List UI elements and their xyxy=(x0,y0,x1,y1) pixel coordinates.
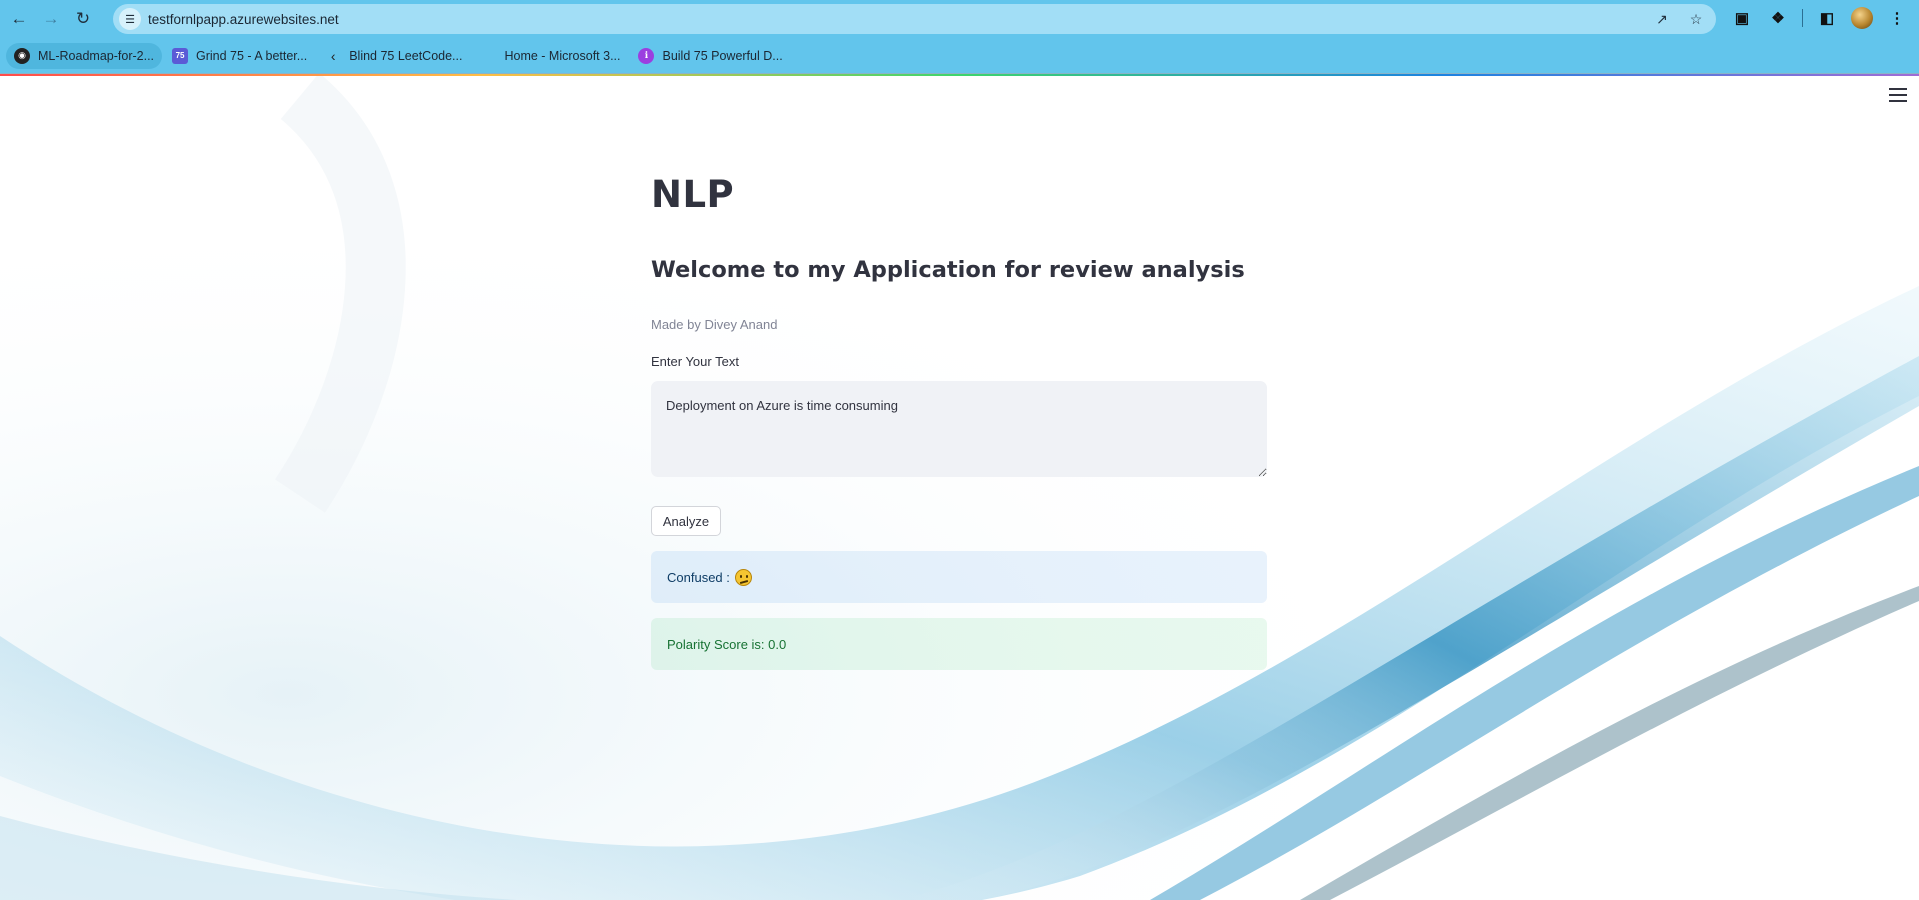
toolbar-divider xyxy=(1802,9,1803,27)
background-wave-image xyxy=(0,76,1919,900)
page-subtitle: Welcome to my Application for review ana… xyxy=(651,257,1245,283)
side-panel-icon[interactable]: ◧ xyxy=(1815,6,1839,30)
site-info-icon[interactable]: ☰ xyxy=(119,8,141,30)
github-icon: ◉ xyxy=(14,47,30,64)
arrow-left-icon: ← xyxy=(10,9,28,28)
forward-button[interactable]: → xyxy=(38,6,64,32)
bookmark-grind75[interactable]: 75 Grind 75 - A better... xyxy=(164,43,315,69)
bookmark-label: ML-Roadmap-for-2... xyxy=(38,48,155,63)
microsoft-icon xyxy=(480,48,496,64)
leetcode-icon: ‹ xyxy=(330,47,336,64)
review-text-input[interactable]: Deployment on Azure is time consuming xyxy=(651,381,1267,477)
screenshot-extension-icon[interactable]: ▣ xyxy=(1730,6,1754,30)
reload-icon: ↻ xyxy=(75,9,91,28)
bookmark-label: Build 75 Powerful D... xyxy=(662,48,783,63)
bookmark-blind75[interactable]: ‹ Blind 75 LeetCode... xyxy=(317,43,470,69)
text-input-label: Enter Your Text xyxy=(651,354,739,369)
polarity-score-alert: Polarity Score is: 0.0 xyxy=(651,618,1267,670)
arrow-right-icon: → xyxy=(42,9,60,28)
bookmark-build75[interactable]: ℹ Build 75 Powerful D... xyxy=(630,43,790,69)
browser-toolbar: ← → ↻ ☰ testfornlpapp.azurewebsites.net … xyxy=(0,0,1919,38)
page-title: NLP xyxy=(651,173,735,216)
bookmark-microsoft[interactable]: Home - Microsoft 3... xyxy=(472,43,628,69)
polarity-score-text: Polarity Score is: 0.0 xyxy=(667,636,787,652)
build-icon: ℹ xyxy=(638,47,655,64)
reload-button[interactable]: ↻ xyxy=(70,6,96,32)
bookmark-ml-roadmap[interactable]: ◉ ML-Roadmap-for-2... xyxy=(6,42,163,69)
grind75-icon: 75 xyxy=(172,47,189,64)
extensions-puzzle-icon[interactable]: ❖ xyxy=(1766,6,1790,30)
url-text[interactable]: testfornlpapp.azurewebsites.net xyxy=(148,12,339,27)
bookmarks-bar: ◉ ML-Roadmap-for-2... 75 Grind 75 - A be… xyxy=(0,38,1919,74)
share-icon[interactable]: ↗ xyxy=(1652,9,1672,29)
author-caption: Made by Divey Anand xyxy=(651,317,778,332)
browser-menu-icon[interactable]: ⋮ xyxy=(1885,6,1909,30)
analyze-button[interactable]: Analyze xyxy=(651,506,721,536)
bookmark-label: Home - Microsoft 3... xyxy=(504,48,621,63)
app-container: NLP Welcome to my Application for review… xyxy=(0,76,1919,900)
back-button[interactable]: ← xyxy=(6,6,32,32)
confused-face-icon xyxy=(734,568,752,586)
sentiment-result-text: Confused : xyxy=(667,569,730,585)
bookmark-label: Grind 75 - A better... xyxy=(196,48,308,63)
address-bar[interactable]: ☰ testfornlpapp.azurewebsites.net ↗ ☆ xyxy=(113,4,1716,34)
bookmark-star-icon[interactable]: ☆ xyxy=(1686,9,1706,29)
sentiment-result-alert: Confused : xyxy=(651,551,1267,603)
app-menu-hamburger-icon[interactable] xyxy=(1889,88,1907,102)
bookmark-label: Blind 75 LeetCode... xyxy=(349,48,463,63)
profile-avatar[interactable] xyxy=(1851,7,1873,29)
